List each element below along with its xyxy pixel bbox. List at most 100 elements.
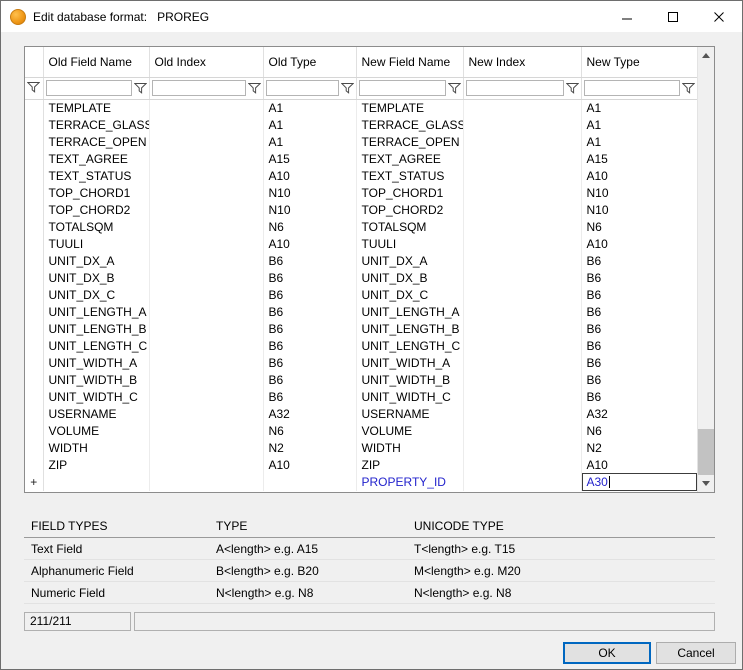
row-header[interactable] <box>25 354 43 371</box>
filter-input-old-index[interactable] <box>152 80 246 96</box>
cell-old-type[interactable]: B6 <box>263 320 356 337</box>
cell-old-type[interactable] <box>263 473 356 491</box>
table-row[interactable]: TEMPLATEA1TEMPLATEA1 <box>25 99 697 116</box>
cell-new-field-name[interactable]: UNIT_WIDTH_B <box>356 371 463 388</box>
cell-old-index[interactable] <box>149 337 263 354</box>
column-header-new-index[interactable]: New Index <box>463 47 581 77</box>
cell-new-field-name[interactable]: USERNAME <box>356 405 463 422</box>
cell-old-field-name[interactable]: UNIT_WIDTH_A <box>43 354 149 371</box>
cell-new-index[interactable] <box>463 439 581 456</box>
new-type-editor[interactable]: A30 <box>582 473 697 491</box>
cell-new-field-name[interactable]: UNIT_LENGTH_C <box>356 337 463 354</box>
cell-old-index[interactable] <box>149 235 263 252</box>
row-header[interactable] <box>25 252 43 269</box>
cell-old-type[interactable]: N10 <box>263 184 356 201</box>
table-row[interactable]: TEXT_STATUSA10TEXT_STATUSA10 <box>25 167 697 184</box>
cell-new-type[interactable]: B6 <box>581 354 697 371</box>
cell-new-index[interactable] <box>463 303 581 320</box>
filter-input-old-type[interactable] <box>266 80 339 96</box>
cell-old-field-name[interactable]: UNIT_WIDTH_C <box>43 388 149 405</box>
cell-old-type[interactable]: B6 <box>263 252 356 269</box>
cell-new-type[interactable]: A15 <box>581 150 697 167</box>
cell-new-type[interactable]: A1 <box>581 99 697 116</box>
column-header-new-field-name[interactable]: New Field Name <box>356 47 463 77</box>
cell-new-index[interactable] <box>463 252 581 269</box>
cell-new-index[interactable] <box>463 235 581 252</box>
filter-input-new-field-name[interactable] <box>359 80 446 96</box>
cell-old-index[interactable] <box>149 439 263 456</box>
cell-new-index[interactable] <box>463 456 581 473</box>
table-row[interactable]: TUULIA10TUULIA10 <box>25 235 697 252</box>
cell-old-index[interactable] <box>149 371 263 388</box>
cell-old-field-name[interactable]: UNIT_DX_A <box>43 252 149 269</box>
cell-old-type[interactable]: B6 <box>263 286 356 303</box>
cell-new-type[interactable]: N2 <box>581 439 697 456</box>
cell-new-type[interactable]: A10 <box>581 235 697 252</box>
cell-new-type[interactable]: N10 <box>581 184 697 201</box>
cell-old-index[interactable] <box>149 388 263 405</box>
cell-old-index[interactable] <box>149 473 263 491</box>
title-bar[interactable]: Edit database format: PROREG <box>1 1 742 32</box>
table-row[interactable]: TOTALSQMN6TOTALSQMN6 <box>25 218 697 235</box>
cell-new-type[interactable]: A10 <box>581 456 697 473</box>
filter-funnel-icon[interactable] <box>341 82 354 94</box>
cell-new-index[interactable] <box>463 354 581 371</box>
cell-old-field-name[interactable]: ZIP <box>43 456 149 473</box>
table-row[interactable]: TERRACE_OPENA1TERRACE_OPENA1 <box>25 133 697 150</box>
cell-old-index[interactable] <box>149 456 263 473</box>
table-row[interactable]: TOP_CHORD2N10TOP_CHORD2N10 <box>25 201 697 218</box>
close-button[interactable] <box>696 1 742 32</box>
cell-old-type[interactable]: A1 <box>263 133 356 150</box>
cell-new-index[interactable] <box>463 286 581 303</box>
cell-old-type[interactable]: A10 <box>263 235 356 252</box>
row-header[interactable] <box>25 303 43 320</box>
table-row[interactable]: UNIT_WIDTH_AB6UNIT_WIDTH_AB6 <box>25 354 697 371</box>
cell-new-type[interactable]: B6 <box>581 371 697 388</box>
cell-new-index[interactable] <box>463 320 581 337</box>
cell-new-field-name[interactable]: WIDTH <box>356 439 463 456</box>
scrollbar-down-button[interactable] <box>698 475 714 492</box>
cell-old-index[interactable] <box>149 133 263 150</box>
filter-input-new-type[interactable] <box>584 80 680 96</box>
cell-new-field-name[interactable]: TEXT_STATUS <box>356 167 463 184</box>
cell-old-field-name[interactable]: TERRACE_GLASS <box>43 116 149 133</box>
cell-old-field-name[interactable]: TOTALSQM <box>43 218 149 235</box>
cell-new-type[interactable]: A1 <box>581 133 697 150</box>
table-row[interactable]: UNIT_DX_AB6UNIT_DX_AB6 <box>25 252 697 269</box>
table-row[interactable]: WIDTHN2WIDTHN2 <box>25 439 697 456</box>
scrollbar-thumb[interactable] <box>698 429 714 475</box>
column-header-old-type[interactable]: Old Type <box>263 47 356 77</box>
cell-old-index[interactable] <box>149 405 263 422</box>
cell-old-index[interactable] <box>149 150 263 167</box>
cell-old-field-name[interactable]: TUULI <box>43 235 149 252</box>
cell-new-field-name[interactable]: TEMPLATE <box>356 99 463 116</box>
row-header[interactable] <box>25 269 43 286</box>
row-header[interactable] <box>25 201 43 218</box>
cell-new-field-name[interactable]: TERRACE_GLASS <box>356 116 463 133</box>
row-header[interactable] <box>25 405 43 422</box>
cell-new-field-name[interactable]: TOP_CHORD1 <box>356 184 463 201</box>
cell-new-index[interactable] <box>463 116 581 133</box>
cell-new-type[interactable]: B6 <box>581 320 697 337</box>
column-header-old-index[interactable]: Old Index <box>149 47 263 77</box>
row-header[interactable] <box>25 133 43 150</box>
cell-old-field-name[interactable]: UNIT_WIDTH_B <box>43 371 149 388</box>
cell-old-type[interactable]: B6 <box>263 371 356 388</box>
table-row[interactable]: USERNAMEA32USERNAMEA32 <box>25 405 697 422</box>
cell-new-field-name[interactable]: TERRACE_OPEN <box>356 133 463 150</box>
table-row[interactable]: TERRACE_GLASSA1TERRACE_GLASSA1 <box>25 116 697 133</box>
cell-old-type[interactable]: B6 <box>263 388 356 405</box>
cell-new-field-name[interactable]: UNIT_WIDTH_A <box>356 354 463 371</box>
column-header-new-type[interactable]: New Type <box>581 47 697 77</box>
cell-new-index[interactable] <box>463 167 581 184</box>
cell-new-index[interactable] <box>463 388 581 405</box>
cell-old-index[interactable] <box>149 99 263 116</box>
row-header[interactable] <box>25 371 43 388</box>
filter-input-old-field-name[interactable] <box>46 80 132 96</box>
cell-new-field-name[interactable]: UNIT_DX_A <box>356 252 463 269</box>
cell-old-field-name[interactable]: WIDTH <box>43 439 149 456</box>
cell-old-type[interactable]: A1 <box>263 116 356 133</box>
row-header[interactable] <box>25 388 43 405</box>
cell-new-type[interactable]: A32 <box>581 405 697 422</box>
cell-new-index[interactable] <box>463 473 581 491</box>
